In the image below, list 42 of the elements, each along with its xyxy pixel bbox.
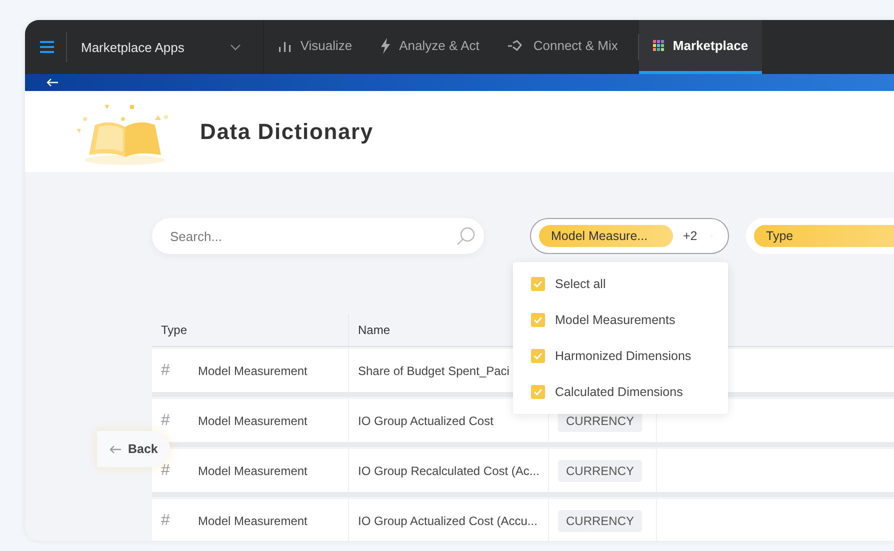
table-cell: Share of Budget Spent_Paci	[358, 364, 510, 378]
data-type-tag: CURRENCY	[558, 460, 642, 482]
nav-tab[interactable]: Analyze & Act	[366, 20, 494, 74]
search-field[interactable]: Search...	[152, 218, 484, 254]
search-icon	[456, 226, 476, 246]
chevron-down-icon	[230, 44, 242, 50]
data-type-tag: CURRENCY	[558, 510, 642, 532]
filter-chip: Model Measure...	[539, 225, 673, 247]
checkbox[interactable]	[531, 349, 545, 363]
checkmark-icon	[533, 388, 543, 396]
lightning-icon	[380, 38, 392, 54]
nav-tab[interactable]: Connect & Mix	[493, 20, 632, 74]
hash-icon: #	[161, 362, 198, 380]
checkbox[interactable]	[531, 385, 545, 399]
grid-icon	[652, 40, 665, 52]
back-arrow-icon	[109, 444, 122, 454]
checkbox[interactable]	[531, 277, 545, 291]
hash-icon: #	[161, 512, 198, 530]
table-cell: Model Measurement	[198, 464, 308, 478]
filter-dropdown[interactable]: Type	[746, 218, 894, 254]
checkbox[interactable]	[531, 313, 545, 327]
table-cell: Model Measurement	[198, 414, 308, 428]
app-switcher-dropdown[interactable]: Marketplace Apps	[67, 20, 264, 74]
table-cell: IO Group Actualized Cost	[358, 414, 494, 428]
filter-chip: Type	[754, 225, 894, 247]
nav-tab[interactable]: Marketplace	[638, 20, 762, 74]
page-title: Data Dictionary	[200, 118, 374, 144]
nav-tab[interactable]: Visualize	[264, 20, 366, 74]
column-header: Name	[358, 323, 390, 337]
menu-icon[interactable]	[40, 41, 54, 53]
extra-count: +2	[683, 229, 698, 243]
table-cell: Model Measurement	[198, 364, 308, 378]
column-header: Type	[161, 323, 188, 337]
table-cell: IO Group Actualized Cost (Accu...	[358, 514, 538, 528]
checkmark-icon	[533, 316, 543, 324]
checkmark-icon	[533, 352, 543, 360]
hash-icon: #	[161, 412, 198, 430]
back-arrow-icon[interactable]	[46, 78, 59, 87]
bar-chart-icon	[278, 40, 292, 52]
checkmark-icon	[533, 280, 543, 288]
table-cell: Model Measurement	[198, 514, 308, 528]
table-cell: IO Group Recalculated Cost (Ac...	[358, 464, 540, 478]
